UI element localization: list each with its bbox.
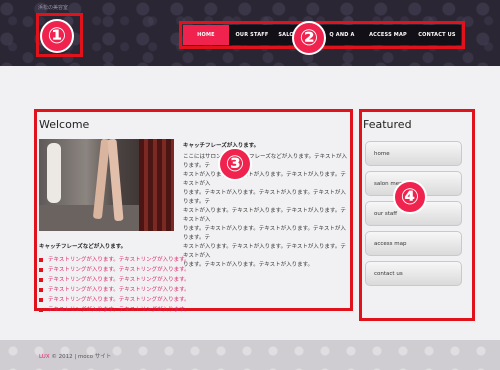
bullet-icon: [39, 288, 43, 292]
list-item[interactable]: テキストリングが入ります。テキストリングが入ります。: [39, 275, 190, 285]
list-item-link[interactable]: テキストリングが入ります。テキストリングが入ります。: [48, 285, 190, 295]
bullet-icon: [39, 278, 43, 282]
header-tagline: 浜松の美容室: [38, 5, 69, 11]
nav-item-home[interactable]: HOME: [183, 25, 229, 45]
bullet-icon: [39, 268, 43, 272]
sidebar-item-home[interactable]: home: [365, 141, 462, 166]
list-item-link[interactable]: テキストリングが入ります。テキストリングが入ります。: [48, 255, 190, 265]
nav-item-access-map[interactable]: ACCESS MAP: [363, 25, 413, 45]
bullet-icon: [39, 308, 43, 312]
list-item[interactable]: テキストリングが入ります。テキストリングが入ります。: [39, 265, 190, 275]
sidebar-item-access-map[interactable]: access map: [365, 231, 462, 256]
nav-item-our-staff[interactable]: OUR STAFF: [229, 25, 275, 45]
photo-curtain: [139, 139, 174, 231]
list-heading: キャッチフレーズなどが入ります。: [39, 244, 127, 250]
sidebar-item-contact-us[interactable]: contact us: [365, 261, 462, 286]
body-line: ここにはサロンのキャッチフレーズなどが入ります。テキストが入ります。テ: [183, 154, 348, 169]
list-item-link[interactable]: テキストリングが入ります。テキストリングが入ります。: [48, 265, 190, 275]
nav-item-q-and-a[interactable]: Q AND A: [321, 25, 363, 45]
body-line: ります。テキストが入ります。テキストが入ります。: [183, 262, 314, 268]
list-item[interactable]: テキストリングが入ります。テキストリングが入ります。: [39, 285, 190, 295]
link-list: テキストリングが入ります。テキストリングが入ります。 テキストリングが入ります。…: [39, 255, 190, 315]
hero-photo: [39, 139, 174, 231]
list-item[interactable]: テキストリングが入ります。テキストリングが入ります。: [39, 255, 190, 265]
footer-brand[interactable]: LUX: [39, 354, 50, 360]
list-item-link[interactable]: テキストリングが入ります。テキストリングが入ります。: [48, 295, 190, 305]
body-line: キストが入ります。テキストが入ります。テキストが入ります。テキストが入: [183, 208, 346, 223]
body-line: ります。テキストが入ります。テキストが入ります。テキストが入ります。テ: [183, 226, 346, 241]
footer-copyright: LUX © 2012 | moco サイト: [39, 352, 111, 360]
nav-item-contact-us[interactable]: CONTACT US: [413, 25, 461, 45]
logo-annotation-badge: ①: [40, 19, 74, 53]
body-text: ここにはサロンのキャッチフレーズなどが入ります。テキストが入ります。テ キストが…: [183, 153, 349, 270]
main-title: Welcome: [39, 118, 90, 131]
list-item[interactable]: テキストリングが入ります。テキストリングが入ります。: [39, 305, 190, 315]
list-item[interactable]: テキストリングが入ります。テキストリングが入ります。: [39, 295, 190, 305]
bullet-icon: [39, 298, 43, 302]
catch-heading: キャッチフレーズが入ります。: [183, 143, 260, 149]
bullet-icon: [39, 258, 43, 262]
sidebar-annotation-badge: ④: [393, 180, 427, 214]
nav-annotation-badge: ②: [292, 21, 326, 55]
body-line: ります。テキストが入ります。テキストが入ります。テキストが入ります。テ: [183, 190, 346, 205]
photo-figure: [47, 143, 61, 203]
sidebar-title: Featured: [363, 118, 412, 131]
body-line: キストが入ります。テキストが入ります。テキストが入ります。テキストが入: [183, 244, 346, 259]
body-line: キストが入ります。テキストが入ります。テキストが入ります。テキストが入: [183, 172, 346, 187]
list-item-link[interactable]: テキストリングが入ります。テキストリングが入ります。: [48, 275, 190, 285]
footer-text: © 2012 | moco サイト: [49, 354, 112, 360]
main-annotation-badge: ③: [218, 147, 252, 181]
list-item-link[interactable]: テキストリングが入ります。テキストリングが入ります。: [48, 305, 190, 315]
